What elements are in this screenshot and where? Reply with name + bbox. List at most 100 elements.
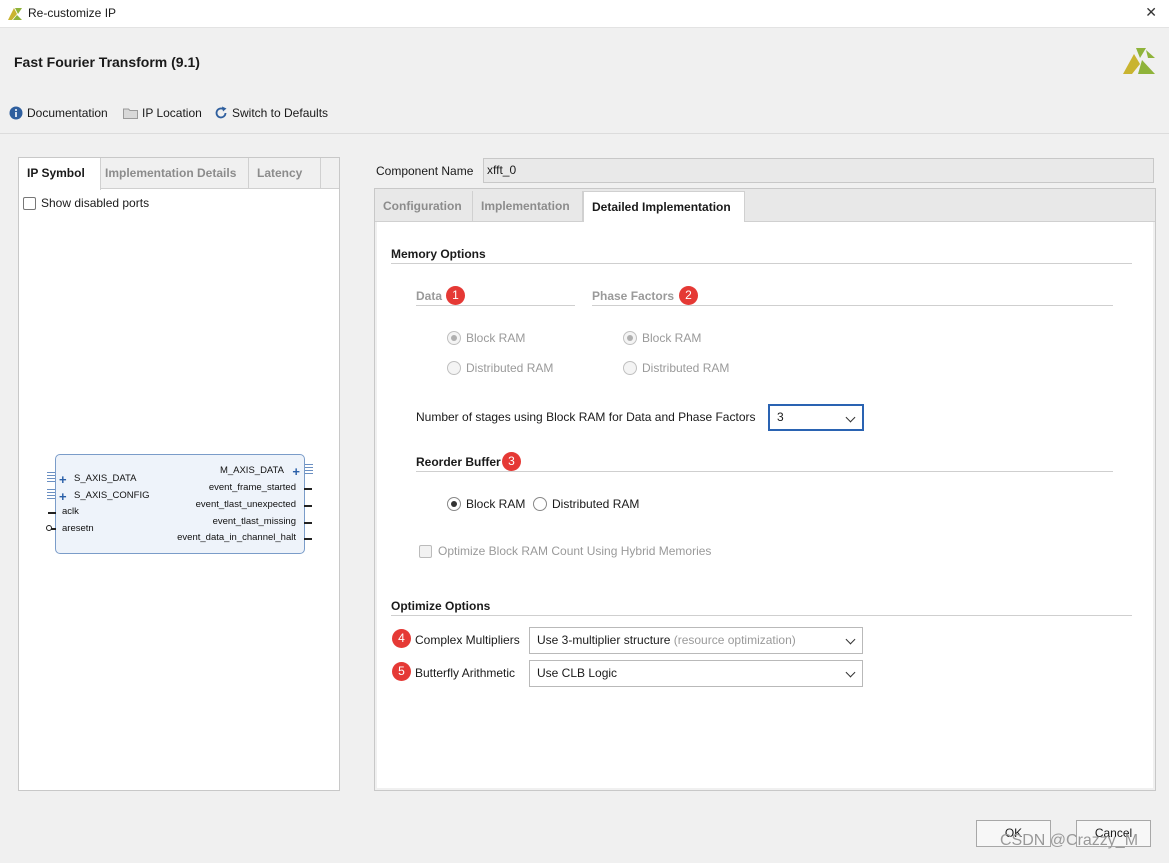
tab-configuration[interactable]: Configuration: [375, 191, 473, 222]
hybrid-memories-checkbox[interactable]: [419, 544, 432, 558]
data-distributed-ram-option[interactable]: Distributed RAM: [447, 361, 553, 375]
annotation-badge-3: 3: [502, 452, 521, 471]
optimize-options-divider: [391, 615, 1132, 616]
annotation-badge-1: 1: [446, 286, 465, 305]
show-disabled-ports-label: Show disabled ports: [41, 196, 150, 210]
event-frame-started-pin: [304, 488, 312, 490]
documentation-label: Documentation: [27, 106, 108, 120]
event-tlast-missing-pin: [304, 522, 312, 524]
header: Fast Fourier Transform (9.1) Documentati…: [0, 28, 1169, 134]
annotation-badge-2: 2: [679, 286, 698, 305]
right-tab-strip: Configuration Implementation Detailed Im…: [375, 189, 1155, 223]
reorder-block-ram-option[interactable]: Block RAM: [447, 497, 525, 511]
chevron-down-icon: [845, 634, 856, 645]
reorder-buffer-divider: [416, 471, 1113, 472]
memory-options-heading: Memory Options: [391, 247, 486, 261]
ip-location-button[interactable]: IP Location: [123, 106, 202, 120]
complex-multipliers-hint: (resource optimization): [673, 633, 796, 647]
xilinx-brand-logo-icon: [1123, 48, 1155, 74]
phase-distributed-ram-radio[interactable]: [623, 361, 637, 375]
data-divider: [416, 305, 575, 306]
component-name-label: Component Name: [376, 164, 474, 178]
title-bar: Re-customize IP ✕: [0, 0, 1169, 28]
stages-select[interactable]: 3: [768, 404, 864, 431]
expand-plus-icon[interactable]: +: [292, 465, 300, 478]
folder-icon: [123, 108, 138, 119]
stages-value: 3: [777, 410, 784, 424]
phase-block-ram-radio[interactable]: [623, 331, 637, 345]
port-m-axis-data: M_AXIS_DATA: [219, 465, 284, 476]
expand-plus-icon[interactable]: +: [59, 473, 67, 486]
reorder-buffer-heading: Reorder Buffer: [416, 455, 501, 469]
port-event-data-in-channel-halt: event_data_in_channel_halt: [177, 532, 296, 543]
m-axis-data-bus-grip: [305, 464, 313, 476]
watermark-text: CSDN @Crazzy_M: [1000, 832, 1139, 849]
close-icon[interactable]: ✕: [1145, 4, 1157, 21]
complex-multipliers-label: Complex Multipliers: [415, 633, 520, 647]
documentation-button[interactable]: Documentation: [9, 106, 108, 120]
phase-block-ram-option[interactable]: Block RAM: [623, 331, 701, 345]
data-distributed-ram-label: Distributed RAM: [466, 361, 554, 375]
tab-ip-symbol[interactable]: IP Symbol: [19, 158, 101, 190]
port-s-axis-data: S_AXIS_DATA: [74, 473, 137, 484]
memory-options-divider: [391, 263, 1132, 264]
port-aclk: aclk: [62, 506, 79, 517]
left-panel: IP Symbol Implementation Details Latency…: [18, 157, 340, 791]
reorder-block-ram-radio[interactable]: [447, 497, 461, 511]
port-event-tlast-unexpected: event_tlast_unexpected: [195, 499, 296, 510]
left-tab-strip: IP Symbol Implementation Details Latency: [19, 158, 339, 190]
optimize-options-heading: Optimize Options: [391, 599, 491, 613]
tab-implementation[interactable]: Implementation: [473, 191, 583, 222]
chevron-down-icon: [845, 667, 856, 678]
info-icon: [9, 106, 23, 120]
phase-factors-heading: Phase Factors: [592, 289, 675, 303]
header-divider: [0, 133, 1169, 134]
port-event-frame-started: event_frame_started: [208, 482, 296, 493]
phase-distributed-ram-label: Distributed RAM: [642, 361, 730, 375]
s-axis-config-bus-grip: [47, 489, 55, 501]
xilinx-logo-icon: [8, 8, 22, 20]
active-low-bubble-icon: [46, 525, 52, 531]
refresh-icon: [215, 106, 227, 119]
annotation-badge-5: 5: [392, 662, 411, 681]
reorder-distributed-ram-option[interactable]: Distributed RAM: [533, 497, 639, 511]
component-name-field[interactable]: xfft_0: [483, 158, 1154, 183]
s-axis-data-bus-grip: [47, 472, 55, 484]
tab-latency[interactable]: Latency: [249, 158, 321, 189]
tab-detailed-implementation[interactable]: Detailed Implementation: [583, 191, 745, 223]
data-block-ram-option[interactable]: Block RAM: [447, 331, 525, 345]
butterfly-arithmetic-select[interactable]: Use CLB Logic: [529, 660, 863, 687]
switch-to-defaults-button[interactable]: Switch to Defaults: [214, 106, 328, 120]
data-distributed-ram-radio[interactable]: [447, 361, 461, 375]
show-disabled-ports-row[interactable]: Show disabled ports: [23, 196, 149, 210]
annotation-badge-4: 4: [392, 629, 411, 648]
data-block-ram-label: Block RAM: [466, 331, 526, 345]
event-data-in-channel-halt-pin: [304, 538, 312, 540]
complex-multipliers-select[interactable]: Use 3-multiplier structure (resource opt…: [529, 627, 863, 654]
hybrid-memories-row[interactable]: Optimize Block RAM Count Using Hybrid Me…: [419, 544, 711, 558]
aclk-pin: [48, 512, 56, 514]
ip-location-label: IP Location: [142, 106, 202, 120]
phase-factors-divider: [592, 305, 1113, 306]
port-aresetn: aresetn: [62, 523, 94, 534]
page-title: Fast Fourier Transform (9.1): [14, 54, 200, 70]
right-panel: Configuration Implementation Detailed Im…: [374, 188, 1156, 791]
reorder-distributed-ram-radio[interactable]: [533, 497, 547, 511]
port-s-axis-config: S_AXIS_CONFIG: [74, 490, 150, 501]
butterfly-arithmetic-value: Use CLB Logic: [537, 666, 618, 680]
tab-implementation-details[interactable]: Implementation Details: [101, 158, 249, 189]
phase-distributed-ram-option[interactable]: Distributed RAM: [623, 361, 729, 375]
detailed-implementation-content: Memory Options Data 1 Phase Factors 2 Bl…: [377, 222, 1153, 788]
hybrid-memories-label: Optimize Block RAM Count Using Hybrid Me…: [438, 544, 712, 558]
chevron-down-icon: [845, 412, 856, 423]
reorder-block-ram-label: Block RAM: [466, 497, 526, 511]
reorder-distributed-ram-label: Distributed RAM: [552, 497, 640, 511]
show-disabled-ports-checkbox[interactable]: [23, 196, 36, 210]
data-heading: Data: [416, 289, 443, 303]
expand-plus-icon[interactable]: +: [59, 490, 67, 503]
butterfly-arithmetic-label: Butterfly Arithmetic: [415, 666, 516, 680]
event-tlast-unexpected-pin: [304, 505, 312, 507]
data-block-ram-radio[interactable]: [447, 331, 461, 345]
switch-to-defaults-label: Switch to Defaults: [232, 106, 329, 120]
phase-block-ram-label: Block RAM: [642, 331, 702, 345]
